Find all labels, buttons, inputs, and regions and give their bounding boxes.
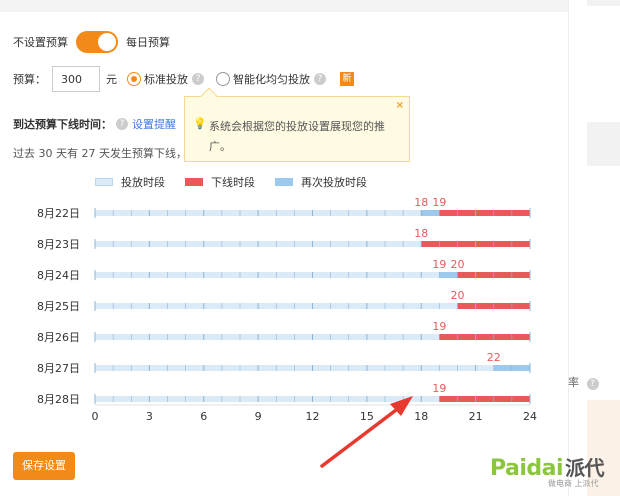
help-icon[interactable]: ? <box>586 378 599 390</box>
x-tick-label: 6 <box>200 410 207 423</box>
row-date-label: 8月27日 <box>37 362 80 375</box>
timeline-segment-off <box>439 334 530 340</box>
sidebar-block <box>587 0 620 6</box>
timeline-segment-on <box>95 334 440 340</box>
timeline-segment-resume <box>439 272 458 278</box>
budget-settings-panel: 不设置预算 每日预算 预算： 元 标准投放 ? 智能化均匀投放 ? 新 到达预算… <box>0 0 568 496</box>
slogan-text: 做电商 上派代 <box>548 479 599 488</box>
x-tick-label: 3 <box>146 410 153 423</box>
timeline-segment-off <box>439 210 530 216</box>
hour-value-label: 20 <box>451 289 465 302</box>
rate-label: 率 ? <box>568 374 603 390</box>
hour-value-label: 18 <box>414 196 428 209</box>
hour-value-label: 22 <box>487 351 501 364</box>
sidebar-block <box>587 122 620 166</box>
hour-value-label: 18 <box>414 227 428 240</box>
hour-value-label: 19 <box>432 258 446 271</box>
x-tick-label: 15 <box>360 410 374 423</box>
hour-value-label: 19 <box>432 320 446 333</box>
timeline-segment-on <box>95 272 440 278</box>
right-sidebar <box>568 0 620 496</box>
budget-offline-timeline-chart: 8月22日 18 19 8月23日 18 8月24日 19 20 8月25日 20 8月26日 19 8… <box>37 196 537 468</box>
x-tick-label: 9 <box>255 410 262 423</box>
row-date-label: 8月24日 <box>37 269 80 282</box>
row-date-label: 8月23日 <box>37 238 80 251</box>
timeline-segment-off <box>439 396 530 402</box>
x-tick-label: 12 <box>306 410 320 423</box>
x-tick-label: 24 <box>523 410 537 423</box>
timeline-segment-resume <box>421 210 440 216</box>
hour-value-label: 19 <box>432 196 446 209</box>
row-date-label: 8月22日 <box>37 207 80 220</box>
hour-value-label: 20 <box>451 258 465 271</box>
brand-cn-text: 派代 <box>565 456 605 480</box>
row-date-label: 8月25日 <box>37 300 80 313</box>
x-tick-label: 0 <box>92 410 99 423</box>
save-settings-button[interactable]: 保存设置 <box>13 452 75 480</box>
hour-value-label: 19 <box>432 382 446 395</box>
x-tick-label: 21 <box>469 410 483 423</box>
timeline-segment-on <box>95 396 440 402</box>
row-date-label: 8月26日 <box>37 331 80 344</box>
watermark-logo: Paidai 派代 做电商 上派代 <box>490 452 605 488</box>
x-tick-label: 18 <box>414 410 428 423</box>
row-date-label: 8月28日 <box>37 393 80 406</box>
